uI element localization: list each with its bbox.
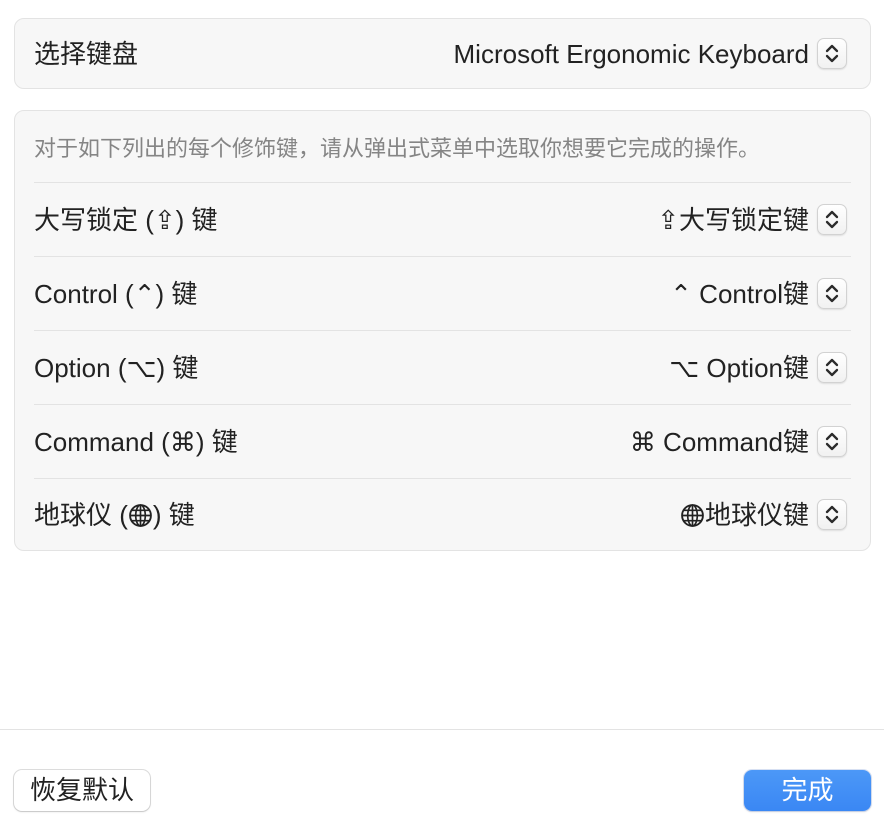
caps-lock-key-popup[interactable]: ⇪大写锁定键 bbox=[657, 204, 847, 235]
globe-key-row: 地球仪 ( ) 键 地球仪键 bbox=[34, 479, 851, 550]
globe-key-label: 地球仪 ( ) 键 bbox=[34, 500, 195, 530]
globe-key-value: 地球仪键 bbox=[704, 499, 809, 530]
command-key-row: Command (⌘) 键 ⌘ Command键 bbox=[34, 405, 851, 479]
caps-lock-key-value: ⇪大写锁定键 bbox=[657, 204, 809, 235]
up-down-chevrons-icon[interactable] bbox=[817, 499, 847, 530]
globe-icon bbox=[680, 503, 705, 528]
modifier-keys-description: 对于如下列出的每个修饰键，请从弹出式菜单中选取你想要它完成的操作。 bbox=[34, 111, 851, 183]
globe-key-label-prefix: 地球仪 ( bbox=[34, 499, 128, 530]
control-key-row: Control (⌃) 键 ⌃ Control键 bbox=[34, 257, 851, 331]
globe-key-value-wrap: 地球仪键 bbox=[680, 500, 809, 530]
option-key-label: Option (⌥) 键 bbox=[34, 352, 199, 383]
option-key-popup[interactable]: ⌥ Option键 bbox=[669, 352, 847, 383]
keyboard-select-popup[interactable]: Microsoft Ergonomic Keyboard bbox=[454, 38, 847, 69]
control-key-popup[interactable]: ⌃ Control键 bbox=[670, 278, 847, 309]
done-button[interactable]: 完成 bbox=[744, 770, 871, 811]
option-key-value: ⌥ Option键 bbox=[669, 352, 809, 383]
up-down-chevrons-icon[interactable] bbox=[817, 278, 847, 309]
globe-icon bbox=[128, 503, 153, 528]
up-down-chevrons-icon[interactable] bbox=[817, 352, 847, 383]
keyboard-select-label: 选择键盘 bbox=[34, 38, 139, 69]
control-key-value: ⌃ Control键 bbox=[670, 278, 809, 309]
restore-defaults-button[interactable]: 恢复默认 bbox=[14, 770, 150, 811]
command-key-value: ⌘ Command键 bbox=[629, 426, 809, 457]
modifier-keys-card: 对于如下列出的每个修饰键，请从弹出式菜单中选取你想要它完成的操作。 大写锁定 (… bbox=[14, 110, 871, 551]
globe-key-popup[interactable]: 地球仪键 bbox=[680, 499, 847, 530]
command-key-label: Command (⌘) 键 bbox=[34, 426, 238, 457]
keyboard-select-value: Microsoft Ergonomic Keyboard bbox=[453, 38, 809, 69]
command-key-popup[interactable]: ⌘ Command键 bbox=[630, 426, 847, 457]
caps-lock-key-label: 大写锁定 (⇪) 键 bbox=[34, 204, 218, 235]
up-down-chevrons-icon[interactable] bbox=[817, 426, 847, 457]
up-down-chevrons-icon[interactable] bbox=[817, 204, 847, 235]
caps-lock-key-row: 大写锁定 (⇪) 键 ⇪大写锁定键 bbox=[34, 183, 851, 257]
keyboard-select-card: 选择键盘 Microsoft Ergonomic Keyboard bbox=[14, 18, 871, 89]
globe-key-label-suffix: ) 键 bbox=[152, 499, 195, 530]
footer-divider bbox=[0, 729, 884, 730]
option-key-row: Option (⌥) 键 ⌥ Option键 bbox=[34, 331, 851, 405]
up-down-chevrons-icon[interactable] bbox=[817, 38, 847, 69]
control-key-label: Control (⌃) 键 bbox=[34, 278, 198, 309]
modifier-keys-sheet: 选择键盘 Microsoft Ergonomic Keyboard 对于如下列出… bbox=[0, 0, 884, 826]
